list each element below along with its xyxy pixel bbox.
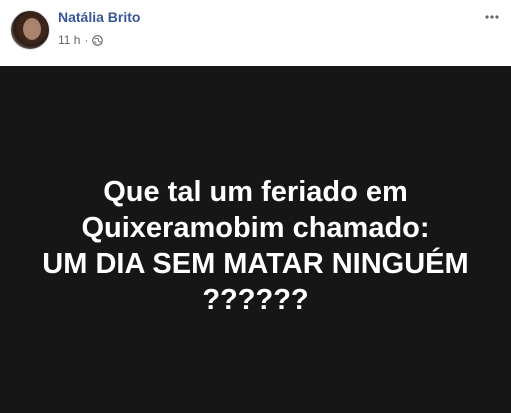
author-name[interactable]: Natália Brito [58, 9, 140, 25]
globe-icon[interactable] [92, 34, 104, 46]
post-image[interactable]: Que tal um feriado em Quixeramobim chama… [0, 66, 511, 413]
author-avatar[interactable] [10, 10, 50, 50]
post-timestamp[interactable]: 11 h [58, 33, 80, 47]
avatar-face [23, 18, 41, 40]
image-text-line: Que tal um feriado em [103, 176, 408, 208]
facebook-post: Natália Brito 11 h · Que tal um feriado … [0, 0, 511, 413]
post-image-text: Que tal um feriado em Quixeramobim chama… [0, 174, 511, 318]
more-options-icon[interactable] [485, 10, 499, 24]
image-text-line: ?????? [202, 284, 309, 316]
post-meta: 11 h · [58, 33, 104, 47]
meta-separator: · [84, 33, 89, 47]
image-text-line: UM DIA SEM MATAR NINGUÉM [42, 248, 469, 280]
image-text-line: Quixeramobim chamado: [81, 212, 430, 244]
post-header: Natália Brito 11 h · [0, 0, 511, 66]
